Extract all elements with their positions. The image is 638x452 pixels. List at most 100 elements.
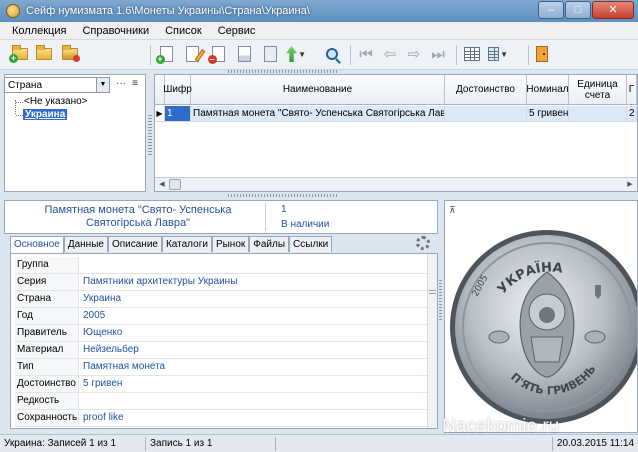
- sort-icon[interactable]: ≡: [128, 77, 142, 91]
- first-record-button[interactable]: ⏮: [356, 44, 376, 64]
- search-icon: [326, 48, 338, 60]
- cell-nominal[interactable]: 5 гривен: [527, 106, 569, 121]
- property-row-type[interactable]: Тип Памятная монета: [15, 359, 433, 376]
- property-row-group[interactable]: Группа: [15, 257, 433, 274]
- exit-button[interactable]: [532, 44, 552, 64]
- property-row-series[interactable]: Серия Памятники архитектуры Украины: [15, 274, 433, 291]
- property-row-denomination[interactable]: Достоинство 5 гривен: [15, 376, 433, 393]
- tab-catalogs[interactable]: Каталоги: [161, 236, 212, 252]
- last-icon: ⏭: [431, 45, 445, 63]
- record-title: Памятная монета "Свято- Успенська Святог…: [44, 204, 232, 229]
- tab-links[interactable]: Ссылки: [289, 236, 333, 252]
- tree-group-selector[interactable]: Страна ▼: [4, 77, 110, 93]
- minimize-button[interactable]: –: [538, 1, 564, 19]
- splitter-grip[interactable]: [228, 70, 338, 73]
- grid-view-button[interactable]: [462, 44, 482, 64]
- column-header-extra[interactable]: Г: [627, 75, 637, 104]
- column-header-denomination[interactable]: Достоинство: [445, 75, 527, 104]
- tab-main[interactable]: Основное: [10, 236, 64, 253]
- column-header-nominal[interactable]: Номинал: [526, 75, 569, 104]
- scroll-grip[interactable]: [429, 290, 436, 294]
- menu-collection[interactable]: Коллекция: [4, 25, 74, 37]
- column-header-code[interactable]: Шифр: [163, 75, 192, 104]
- pin-icon[interactable]: ⊼: [449, 205, 456, 216]
- cell-name[interactable]: Памятная монета "Свято- Успенська Святог…: [191, 106, 445, 121]
- property-label: Правитель: [15, 325, 79, 341]
- tab-data[interactable]: Данные: [63, 236, 108, 252]
- property-label: Страна: [15, 291, 79, 307]
- property-label: Сохранность: [15, 410, 79, 426]
- menu-service[interactable]: Сервис: [210, 25, 264, 37]
- maximize-button[interactable]: □: [565, 1, 591, 19]
- new-collection-button[interactable]: +: [9, 44, 30, 64]
- prev-record-button[interactable]: ⇦: [380, 44, 400, 64]
- close-button[interactable]: ✕: [592, 1, 634, 19]
- scroll-thumb[interactable]: [169, 179, 181, 190]
- tree-node-ukraine[interactable]: Украина: [23, 109, 68, 120]
- column-header-name[interactable]: Наименование: [191, 75, 445, 104]
- edit-record-button[interactable]: [182, 44, 205, 64]
- property-value: [79, 257, 83, 273]
- property-label: Тип: [15, 359, 79, 375]
- delete-record-button[interactable]: –: [207, 44, 228, 64]
- property-label: Достоинство: [15, 376, 79, 392]
- horizontal-scrollbar[interactable]: ◀ ▶: [155, 177, 637, 191]
- next-icon: ⇨: [407, 45, 421, 63]
- cell-denomination[interactable]: [445, 106, 527, 121]
- chevron-down-icon: ▼: [500, 49, 508, 59]
- grid-view-icon: [464, 47, 480, 61]
- menu-references[interactable]: Справочники: [74, 25, 157, 37]
- toolbar-separator: [350, 45, 351, 65]
- property-row-condition[interactable]: Сохранность proof like: [15, 410, 433, 427]
- tab-description[interactable]: Описание: [107, 236, 162, 252]
- cell-code[interactable]: 1: [165, 106, 191, 121]
- save-icon: [263, 46, 277, 62]
- coin-image: УКРАЇНА П'ЯТЬ ГРИВЕНЬ 2005: [450, 230, 637, 424]
- scroll-left-icon[interactable]: ◀: [156, 179, 168, 190]
- properties-scrollbar[interactable]: [427, 254, 437, 428]
- add-record-button[interactable]: +: [155, 44, 176, 64]
- tab-files[interactable]: Файлы: [249, 236, 290, 252]
- cell-extra[interactable]: 2: [627, 106, 637, 121]
- table-row[interactable]: ▶ 1 Памятная монета "Свято- Успенська Св…: [155, 106, 637, 122]
- property-row-year[interactable]: Год 2005: [15, 308, 433, 325]
- gear-icon[interactable]: [416, 236, 430, 250]
- open-collection-icon: [36, 45, 52, 60]
- scroll-right-icon[interactable]: ▶: [624, 179, 636, 190]
- tab-market[interactable]: Рынок: [211, 236, 250, 252]
- columns-button[interactable]: ▼: [488, 44, 508, 64]
- toolbar-separator: [528, 45, 529, 65]
- last-record-button[interactable]: ⏭: [428, 44, 448, 64]
- chevron-down-icon[interactable]: ▼: [96, 78, 109, 92]
- folder-icon: [62, 45, 80, 62]
- property-row-rarity[interactable]: Редкость: [15, 393, 433, 410]
- window-title: Сейф нумизмата 1.6\Монеты Украины\Страна…: [26, 5, 310, 17]
- splitter-grip[interactable]: [148, 115, 152, 155]
- cell-unit[interactable]: [569, 106, 627, 121]
- property-value: Украина: [83, 293, 122, 304]
- record-summary: Памятная монета "Свято- Успенська Святог…: [4, 200, 438, 234]
- property-row-material[interactable]: Материал Нейзельбер: [15, 342, 433, 359]
- exit-icon: [536, 46, 548, 62]
- status-datetime: 20.03.2015 11:14: [551, 436, 638, 451]
- next-record-button[interactable]: ⇨: [404, 44, 424, 64]
- toolbar: + + – ▼ ⏮ ⇦ ⇨ ⏭ ▼: [0, 40, 638, 70]
- property-row-ruler[interactable]: Правитель Ющенко: [15, 325, 433, 342]
- splitter-grip[interactable]: [439, 280, 442, 320]
- more-options-icon[interactable]: ···: [114, 77, 128, 91]
- open-collection-button[interactable]: [34, 44, 54, 64]
- print-button[interactable]: [234, 44, 254, 64]
- folder-button[interactable]: [60, 44, 80, 64]
- menu-list[interactable]: Список: [157, 25, 210, 37]
- tree-node-unspecified[interactable]: <Не указано>: [24, 96, 88, 107]
- save-button[interactable]: [260, 44, 280, 64]
- property-label: Серия: [15, 274, 79, 290]
- export-button[interactable]: ▼: [286, 44, 306, 64]
- property-label: Редкость: [15, 393, 79, 409]
- toolbar-separator: [150, 45, 151, 65]
- splitter-grip[interactable]: [228, 194, 338, 197]
- search-button[interactable]: [322, 44, 342, 64]
- chevron-down-icon: ▼: [298, 49, 306, 59]
- property-row-country[interactable]: Страна Украина: [15, 291, 433, 308]
- column-header-unit[interactable]: Единица счета: [569, 75, 627, 104]
